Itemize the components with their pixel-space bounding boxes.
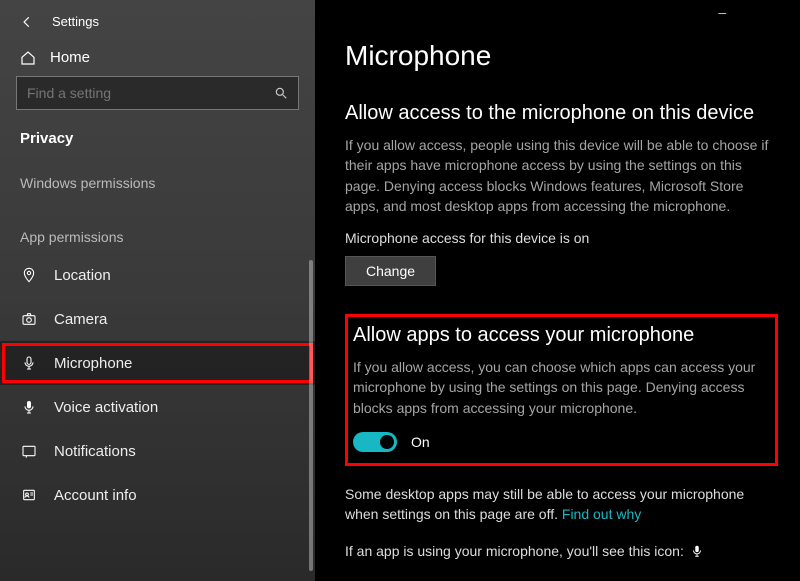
change-button[interactable]: Change (345, 256, 436, 286)
nav-label: Voice activation (54, 399, 158, 416)
sidebar-item-account-info[interactable]: Account info (0, 473, 315, 517)
nav-label: Notifications (54, 443, 136, 460)
find-out-why-link[interactable]: Find out why (562, 506, 641, 522)
allow-apps-toggle[interactable] (353, 432, 397, 452)
home-icon (20, 50, 36, 66)
nav-label: Account info (54, 487, 137, 504)
nav-label: Camera (54, 311, 107, 328)
home-label: Home (50, 49, 90, 66)
microphone-icon (20, 355, 38, 371)
window-controls[interactable]: – (718, 4, 788, 20)
group-windows-permissions[interactable]: Windows permissions (0, 157, 315, 199)
nav-label: Microphone (54, 355, 132, 372)
settings-window: Settings Home Privacy Windows permission… (0, 0, 800, 581)
desktop-apps-note: Some desktop apps may still be able to a… (345, 484, 775, 525)
page-title: Microphone (345, 40, 778, 72)
section2-description: If you allow access, you can choose whic… (353, 357, 770, 418)
sidebar-item-voice-activation[interactable]: Voice activation (0, 385, 315, 429)
notifications-icon (20, 443, 38, 459)
main-content: – Microphone Allow access to the microph… (315, 0, 800, 581)
icon-usage-note: If an app is using your microphone, you'… (345, 543, 778, 559)
search-box[interactable] (16, 76, 299, 110)
titlebar: Settings (0, 10, 315, 37)
location-icon (20, 267, 38, 283)
section1-heading: Allow access to the microphone on this d… (345, 102, 778, 125)
sidebar-home[interactable]: Home (0, 37, 315, 76)
toggle-state-label: On (411, 434, 430, 450)
search-icon (274, 86, 288, 100)
window-title: Settings (52, 14, 99, 29)
sidebar-item-microphone[interactable]: Microphone (0, 341, 315, 385)
sidebar-scrollbar[interactable] (309, 260, 313, 571)
nav-label: Location (54, 267, 111, 284)
camera-icon (20, 311, 38, 327)
group-app-permissions[interactable]: App permissions (0, 199, 315, 253)
section1-status: Microphone access for this device is on (345, 230, 778, 246)
search-input[interactable] (27, 85, 274, 101)
voice-icon (20, 399, 38, 415)
account-icon (20, 487, 38, 503)
sidebar-item-notifications[interactable]: Notifications (0, 429, 315, 473)
category-label: Privacy (0, 114, 315, 157)
section1-description: If you allow access, people using this d… (345, 135, 775, 216)
section2-heading: Allow apps to access your microphone (353, 324, 770, 347)
microphone-icon (690, 544, 704, 558)
sidebar-item-location[interactable]: Location (0, 253, 315, 297)
sidebar-item-camera[interactable]: Camera (0, 297, 315, 341)
back-button[interactable] (20, 15, 34, 29)
sidebar: Settings Home Privacy Windows permission… (0, 0, 315, 581)
